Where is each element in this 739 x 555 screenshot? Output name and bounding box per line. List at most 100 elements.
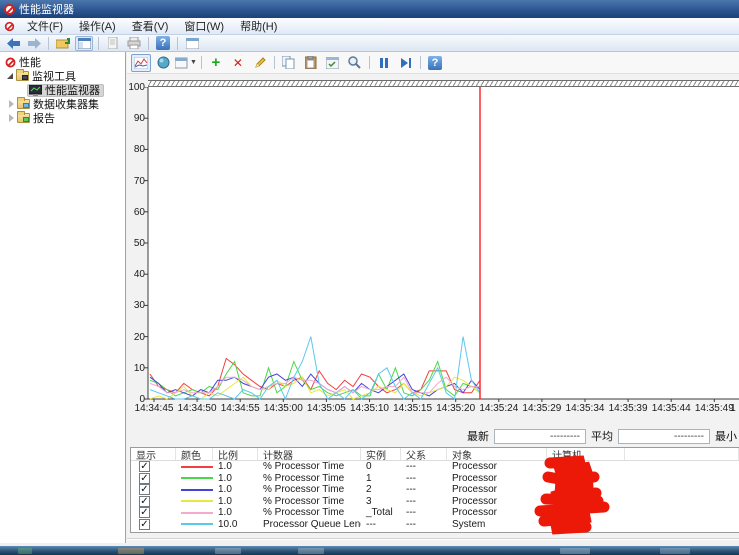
x-axis-tick-label: 14:35:20 bbox=[436, 403, 475, 414]
expander-closed-icon[interactable] bbox=[9, 100, 14, 108]
counter-color-line bbox=[181, 523, 213, 525]
title-bar[interactable]: 性能监视器 bbox=[0, 0, 739, 18]
tree-root-performance[interactable]: 性能 bbox=[0, 55, 125, 69]
show-checkbox[interactable]: ✓ bbox=[139, 496, 150, 507]
monitoring-tools-folder-icon bbox=[16, 71, 29, 81]
toolbar-separator bbox=[48, 37, 49, 50]
menu-view[interactable]: 查看(V) bbox=[124, 17, 177, 35]
show-checkbox[interactable]: ✓ bbox=[139, 461, 150, 472]
chart-type-button[interactable] bbox=[131, 54, 151, 72]
toolbar-separator bbox=[201, 56, 202, 69]
column-header-counter[interactable]: 计数器 bbox=[258, 448, 361, 460]
menu-help[interactable]: 帮助(H) bbox=[232, 17, 285, 35]
x-axis-labels: 14:34:4514:34:5014:34:5514:35:0014:35:05… bbox=[148, 403, 739, 416]
column-header-instance[interactable]: 实例 bbox=[361, 448, 401, 460]
column-header-show[interactable]: 显示 bbox=[131, 448, 176, 460]
x-axis-tick-label: 14:35:00 bbox=[264, 403, 303, 414]
counter-color-line bbox=[181, 500, 213, 502]
back-icon[interactable] bbox=[4, 36, 22, 51]
x-axis-tick-label: 14:35:15 bbox=[393, 403, 432, 414]
x-axis-tick-label: 14:34:50 bbox=[178, 403, 217, 414]
show-checkbox[interactable]: ✓ bbox=[139, 507, 150, 518]
perfmon-menu-icon bbox=[5, 21, 14, 30]
average-label: 平均 bbox=[591, 428, 613, 444]
column-header-color[interactable]: 颜色 bbox=[176, 448, 213, 460]
expander-closed-icon[interactable] bbox=[9, 114, 14, 122]
console-tree-toggle-icon[interactable] bbox=[75, 36, 93, 51]
console-tree: 性能 监视工具 性能监视器 数据收集器集 报告 bbox=[0, 52, 126, 543]
zoom-icon[interactable] bbox=[345, 54, 365, 72]
help-icon[interactable]: ? bbox=[154, 36, 172, 51]
toolbar-separator bbox=[274, 56, 275, 69]
dropdown-arrow-icon: ▼ bbox=[190, 59, 197, 66]
x-axis-tick-label: 14:35:24 bbox=[479, 403, 518, 414]
minimum-label: 最小 bbox=[715, 428, 737, 444]
performance-monitor-window: 性能监视器 文件(F) 操作(A) 查看(V) 窗口(W) 帮助(H) bbox=[0, 0, 739, 546]
properties-icon[interactable] bbox=[323, 54, 343, 72]
chart-top-hatch-band bbox=[148, 80, 739, 87]
menu-window[interactable]: 窗口(W) bbox=[176, 17, 232, 35]
new-window-icon[interactable] bbox=[183, 36, 201, 51]
performance-root-icon bbox=[6, 57, 16, 67]
perfmon-toolbar: ▼ + ✕ ? bbox=[127, 52, 739, 74]
toolbar-separator bbox=[148, 37, 149, 50]
export-icon[interactable] bbox=[54, 36, 72, 51]
add-counter-button[interactable]: + bbox=[206, 54, 226, 72]
x-axis-tick-label: 14:35:10 bbox=[350, 403, 389, 414]
help-button[interactable]: ? bbox=[425, 54, 445, 72]
counter-color-line bbox=[181, 489, 213, 491]
toolbar-separator bbox=[177, 37, 178, 50]
document-icon[interactable] bbox=[104, 36, 122, 51]
counter-color-line bbox=[181, 477, 213, 479]
tree-item-data-collector-sets[interactable]: 数据收集器集 bbox=[0, 97, 125, 111]
update-data-button[interactable] bbox=[396, 54, 416, 72]
pane-divider bbox=[127, 538, 739, 540]
show-checkbox[interactable]: ✓ bbox=[139, 473, 150, 484]
show-checkbox[interactable]: ✓ bbox=[139, 519, 150, 530]
freeze-display-button[interactable] bbox=[374, 54, 394, 72]
x-axis-tick-label: 14:35:05 bbox=[307, 403, 346, 414]
printer-icon[interactable] bbox=[125, 36, 143, 51]
perfmon-app-icon bbox=[4, 4, 15, 15]
counter-color-line bbox=[181, 466, 213, 468]
x-axis-tick-label: 14:35:39 bbox=[609, 403, 648, 414]
tree-item-performance-monitor[interactable]: 性能监视器 bbox=[0, 83, 125, 97]
paste-counter-list-icon[interactable] bbox=[301, 54, 321, 72]
window-title: 性能监视器 bbox=[19, 1, 74, 17]
menu-bar: 文件(F) 操作(A) 查看(V) 窗口(W) 帮助(H) bbox=[0, 18, 739, 35]
show-checkbox[interactable]: ✓ bbox=[139, 484, 150, 495]
column-header-parent[interactable]: 父系 bbox=[401, 448, 447, 460]
forward-icon[interactable] bbox=[25, 36, 43, 51]
copy-properties-icon[interactable] bbox=[279, 54, 299, 72]
tree-item-monitoring-tools[interactable]: 监视工具 bbox=[0, 69, 125, 83]
toolbar-separator bbox=[369, 56, 370, 69]
average-value-box: --------- bbox=[618, 429, 710, 444]
details-pane: ▼ + ✕ ? bbox=[127, 52, 739, 543]
tree-item-label: 报告 bbox=[33, 110, 55, 126]
toolbar-separator bbox=[420, 56, 421, 69]
expander-open-icon[interactable] bbox=[7, 73, 13, 79]
monitor-icon bbox=[29, 85, 42, 96]
taskbar[interactable] bbox=[0, 546, 739, 555]
highlight-pencil-icon[interactable] bbox=[250, 54, 270, 72]
reports-folder-icon bbox=[17, 113, 30, 123]
x-axis-tick-label: 14:35:34 bbox=[566, 403, 605, 414]
delete-counter-button[interactable]: ✕ bbox=[228, 54, 248, 72]
view-log-data-button[interactable]: ▼ bbox=[175, 54, 197, 72]
menu-file[interactable]: 文件(F) bbox=[19, 17, 71, 35]
tree-item-reports[interactable]: 报告 bbox=[0, 111, 125, 125]
value-bar: 最新 --------- 平均 --------- 最小 bbox=[467, 428, 737, 444]
latest-value-box: --------- bbox=[494, 429, 586, 444]
x-axis-tick-label: 14:34:55 bbox=[221, 403, 260, 414]
main-toolbar: ? bbox=[0, 35, 739, 52]
counter-color-line bbox=[181, 512, 213, 514]
menu-action[interactable]: 操作(A) bbox=[71, 17, 124, 35]
x-axis-tick-label: 14:35:29 bbox=[522, 403, 561, 414]
x-axis-tick-label: 14:34:45 bbox=[135, 403, 174, 414]
x-axis-tick-label: 1 bbox=[730, 403, 736, 414]
performance-chart bbox=[142, 87, 739, 403]
x-axis-tick-label: 14:35:44 bbox=[652, 403, 691, 414]
view-current-activity-icon[interactable] bbox=[153, 54, 173, 72]
column-header-scale[interactable]: 比例 bbox=[213, 448, 258, 460]
redaction-scribble bbox=[532, 455, 662, 537]
